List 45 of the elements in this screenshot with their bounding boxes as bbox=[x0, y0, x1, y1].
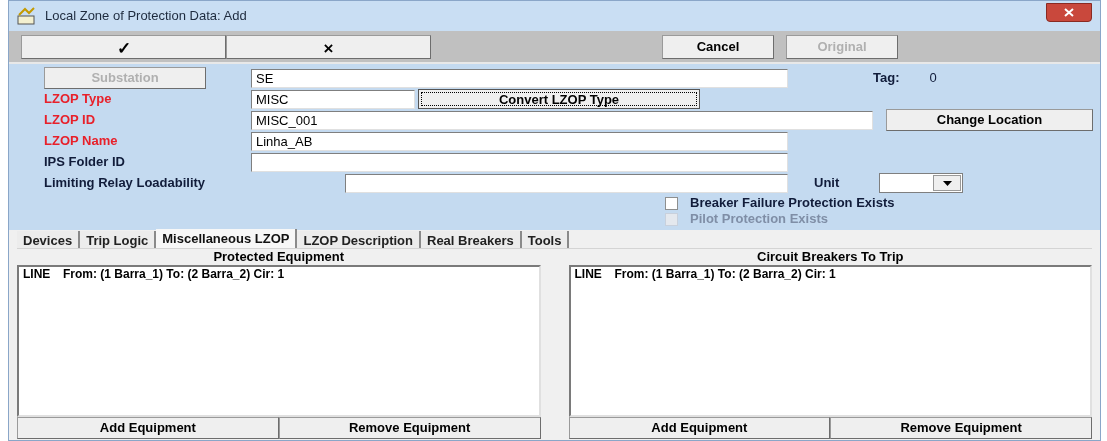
checkbox[interactable] bbox=[665, 196, 678, 210]
list-item-type: LINE bbox=[574, 267, 603, 282]
list-item-text: From: (1 Barra_1) To: (2 Barra_2) Cir: 1 bbox=[63, 267, 285, 282]
checkbox-label: Pilot Protection Exists bbox=[690, 210, 828, 229]
tab[interactable]: Trip Logic bbox=[80, 231, 157, 248]
unit-label: Unit bbox=[814, 174, 840, 193]
field-label: LZOP ID bbox=[44, 111, 97, 130]
field-label: Limiting Relay Loadability bbox=[44, 174, 207, 193]
close-button[interactable] bbox=[1046, 2, 1092, 22]
text-field[interactable]: MISC_001 bbox=[251, 110, 873, 130]
tab[interactable]: Devices bbox=[17, 231, 81, 248]
field-label: LZOP Type bbox=[44, 90, 113, 109]
window-title: Local Zone of Protection Data: Add bbox=[45, 7, 247, 26]
panel-button[interactable]: Add Equipment bbox=[17, 417, 279, 439]
checkbox-label: Breaker Failure Protection Exists bbox=[690, 194, 895, 213]
panel-button[interactable]: Remove Equipment bbox=[278, 417, 541, 439]
equipment-list[interactable]: LINE From: (1 Barra_1) To: (2 Barra_2) Cir: 1 bbox=[17, 265, 541, 417]
text-field[interactable] bbox=[345, 173, 788, 193]
tab[interactable]: LZOP Description bbox=[297, 231, 421, 248]
panel-title: Protected Equipment bbox=[212, 249, 346, 265]
toolbar-button[interactable]: × bbox=[226, 34, 431, 59]
panel-title: Circuit Breakers To Trip bbox=[756, 249, 905, 265]
app-icon bbox=[17, 7, 37, 25]
panel-button[interactable]: Add Equipment bbox=[568, 417, 831, 439]
list-item-type: LINE bbox=[23, 267, 52, 282]
tag-label: Tag: bbox=[873, 69, 900, 88]
toolbar-button[interactable]: ✓ bbox=[21, 34, 226, 59]
text-field[interactable] bbox=[251, 152, 788, 172]
field-label: IPS Folder ID bbox=[44, 153, 126, 172]
tab[interactable]: Miscellaneous LZOP bbox=[156, 229, 298, 248]
dropdown-arrow-icon bbox=[942, 180, 952, 186]
list-item-text: From: (1 Barra_1) To: (2 Barra_2) Cir: 1 bbox=[614, 267, 836, 282]
unit-dropdown[interactable] bbox=[879, 173, 964, 193]
close-icon bbox=[1064, 7, 1074, 17]
change-location-button[interactable]: Change Location bbox=[886, 109, 1093, 131]
text-field[interactable]: MISC bbox=[251, 89, 415, 109]
field-label: LZOP Name bbox=[44, 132, 119, 151]
toolbar-button[interactable]: Cancel bbox=[662, 34, 774, 59]
panel-button[interactable]: Remove Equipment bbox=[830, 417, 1092, 439]
tag-value: 0 bbox=[929, 69, 937, 88]
convert-button[interactable]: Convert LZOP Type bbox=[418, 89, 700, 109]
text-field[interactable]: Linha_AB bbox=[251, 131, 788, 151]
equipment-list[interactable]: LINE From: (1 Barra_1) To: (2 Barra_2) Cir: 1 bbox=[568, 265, 1092, 417]
tab[interactable]: Real Breakers bbox=[421, 231, 522, 248]
tab[interactable]: Tools bbox=[521, 231, 570, 248]
